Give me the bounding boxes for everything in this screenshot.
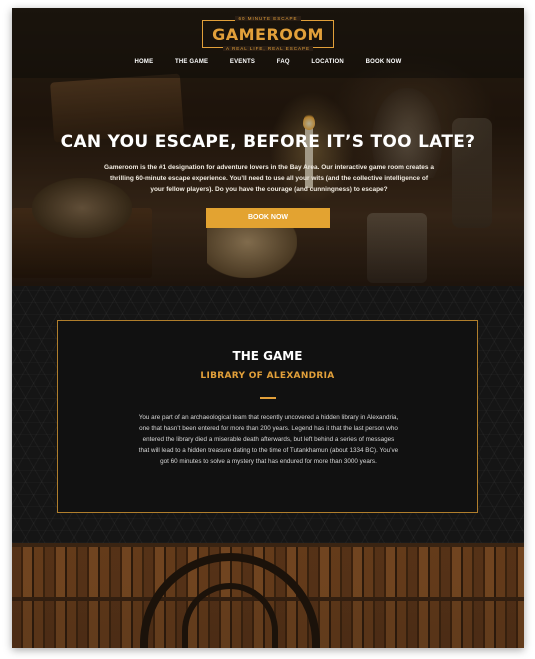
nav-item-events[interactable]: EVENTS	[230, 59, 255, 65]
logo-tagline-bottom: A REAL LIFE, REAL ESCAPE	[203, 46, 333, 51]
logo-tagline-bottom-text: A REAL LIFE, REAL ESCAPE	[223, 46, 313, 51]
logo-name: GAMEROOM	[212, 25, 324, 44]
library-image-section	[12, 543, 524, 648]
nav-item-faq[interactable]: FAQ	[277, 59, 290, 65]
logo-tagline-top: 60 MINUTE ESCAPE	[203, 16, 333, 21]
hero-description: Gameroom is the #1 designation for adven…	[104, 164, 434, 193]
nav-item-home[interactable]: HOME	[134, 59, 153, 65]
game-divider	[260, 397, 276, 399]
site-header: 60 MINUTE ESCAPE GAMEROOM A REAL LIFE, R…	[12, 8, 524, 78]
game-subtitle: LIBRARY OF ALEXANDRIA	[200, 371, 335, 381]
main-nav: HOME THE GAME EVENTS FAQ LOCATION BOOK N…	[12, 59, 524, 65]
game-title: THE GAME	[232, 349, 303, 363]
hero-section: 60 MINUTE ESCAPE GAMEROOM A REAL LIFE, R…	[12, 8, 524, 286]
game-section: THE GAME LIBRARY OF ALEXANDRIA You are p…	[12, 286, 524, 543]
gameroom-logo[interactable]: 60 MINUTE ESCAPE GAMEROOM A REAL LIFE, R…	[202, 16, 334, 51]
nav-item-location[interactable]: LOCATION	[311, 59, 344, 65]
book-now-button[interactable]: BOOK NOW	[206, 208, 330, 228]
hero-title: CAN YOU ESCAPE, BEFORE IT’S TOO LATE?	[60, 132, 476, 152]
game-card: THE GAME LIBRARY OF ALEXANDRIA You are p…	[57, 320, 478, 513]
game-description: You are part of an archaeological team t…	[138, 414, 399, 465]
nav-item-book-now[interactable]: BOOK NOW	[366, 59, 402, 65]
logo-tagline-top-text: 60 MINUTE ESCAPE	[235, 16, 301, 21]
nav-item-the-game[interactable]: THE GAME	[175, 59, 208, 65]
page-frame: 60 MINUTE ESCAPE GAMEROOM A REAL LIFE, R…	[12, 8, 524, 648]
